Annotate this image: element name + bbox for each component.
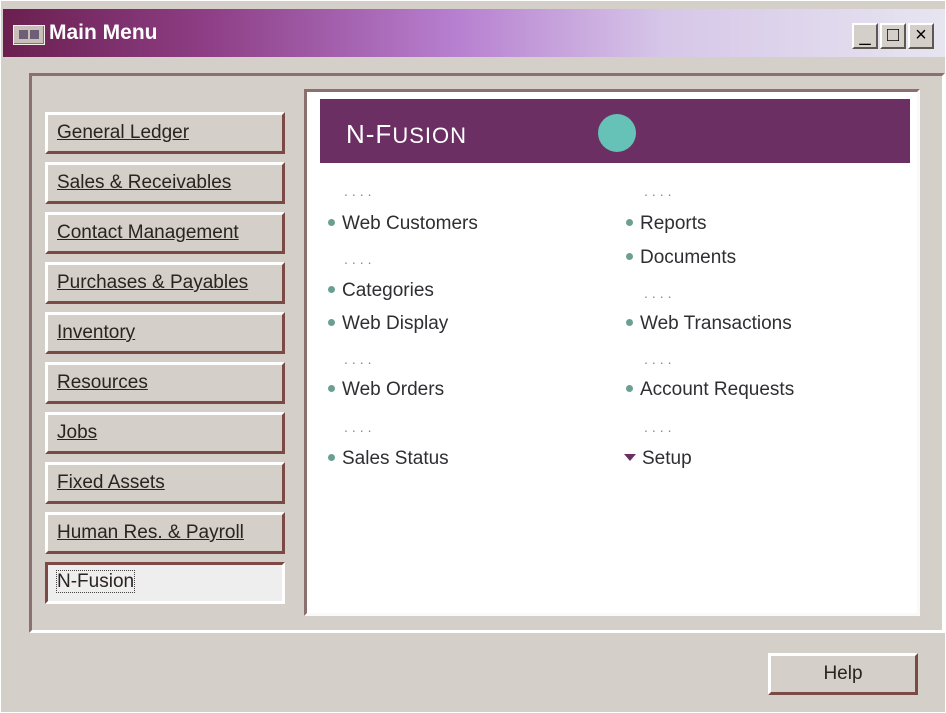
web-display-label: Web Display <box>342 313 449 334</box>
account-requests-link[interactable]: Account Requests <box>626 379 794 401</box>
maximize-button[interactable]: □ <box>880 23 906 49</box>
panel-title-rest: USION <box>392 123 468 148</box>
categories-link[interactable]: Categories <box>328 280 434 302</box>
sales-status-link[interactable]: Sales Status <box>328 448 449 470</box>
human-resources-payroll-button[interactable]: Human Res. & Payroll <box>45 512 285 554</box>
web-customers-link[interactable]: Web Customers <box>328 213 478 235</box>
inventory-label: Inventory <box>57 322 136 343</box>
web-transactions-link[interactable]: Web Transactions <box>626 313 792 335</box>
panel-title-caps: N-F <box>346 119 393 149</box>
documents-label: Documents <box>640 247 737 268</box>
separator-dots: .... <box>644 285 676 301</box>
close-button[interactable]: × <box>908 23 934 49</box>
dot-bullet-icon <box>626 218 633 226</box>
separator-dots: .... <box>644 183 676 199</box>
dot-bullet-icon <box>328 318 335 326</box>
resources-button[interactable]: Resources <box>45 362 285 404</box>
web-transactions-label: Web Transactions <box>640 313 792 334</box>
fixed-assets-button[interactable]: Fixed Assets <box>45 462 285 504</box>
purchases-payables-button[interactable]: Purchases & Payables <box>45 262 285 304</box>
n-fusion-button[interactable]: N-Fusion <box>45 562 285 604</box>
sales-status-label: Sales Status <box>342 448 449 469</box>
title-bar[interactable]: Main Menu _ □ × <box>3 9 945 57</box>
triangle-down-icon <box>624 453 636 461</box>
general-ledger-label: General Ledger <box>57 122 190 143</box>
dot-bullet-icon <box>626 252 633 260</box>
fixed-assets-label: Fixed Assets <box>57 472 165 493</box>
main-menu-window: Main Menu _ □ × General Ledger Sales & R… <box>0 0 946 713</box>
dot-bullet-icon <box>626 384 633 392</box>
help-button[interactable]: Help <box>768 653 918 695</box>
n-fusion-panel: N-FUSION <box>304 89 920 616</box>
web-display-link[interactable]: Web Display <box>328 313 448 335</box>
panel-title: N-FUSION <box>346 119 467 150</box>
setup-link[interactable]: Setup <box>624 448 692 470</box>
separator-dots: .... <box>344 419 376 435</box>
dot-bullet-icon <box>328 384 335 392</box>
resources-label: Resources <box>57 372 148 393</box>
account-requests-label: Account Requests <box>640 379 795 400</box>
banner-circle-icon <box>598 114 636 152</box>
contact-management-label: Contact Management <box>57 222 239 243</box>
sales-receivables-button[interactable]: Sales & Receivables <box>45 162 285 204</box>
reports-label: Reports <box>640 213 707 234</box>
separator-dots: .... <box>644 351 676 367</box>
separator-dots: .... <box>644 419 676 435</box>
contact-management-button[interactable]: Contact Management <box>45 212 285 254</box>
panel-banner: N-FUSION <box>320 99 910 163</box>
web-orders-link[interactable]: Web Orders <box>328 379 444 401</box>
window-title: Main Menu <box>49 21 158 44</box>
human-resources-payroll-label: Human Res. & Payroll <box>57 522 244 543</box>
dot-bullet-icon <box>626 318 633 326</box>
app-window-icon[interactable] <box>13 25 45 45</box>
jobs-button[interactable]: Jobs <box>45 412 285 454</box>
separator-dots: .... <box>344 251 376 267</box>
n-fusion-label: N-Fusion <box>55 570 136 593</box>
jobs-label: Jobs <box>57 422 98 443</box>
separator-dots: .... <box>344 183 376 199</box>
sales-receivables-label: Sales & Receivables <box>57 172 232 193</box>
reports-link[interactable]: Reports <box>626 213 707 235</box>
separator-dots: .... <box>344 351 376 367</box>
dot-bullet-icon <box>328 285 335 293</box>
setup-label: Setup <box>642 448 692 469</box>
minimize-button[interactable]: _ <box>852 23 878 49</box>
categories-label: Categories <box>342 280 434 301</box>
dot-bullet-icon <box>328 218 335 226</box>
inventory-button[interactable]: Inventory <box>45 312 285 354</box>
web-orders-label: Web Orders <box>342 379 445 400</box>
web-customers-label: Web Customers <box>342 213 478 234</box>
general-ledger-button[interactable]: General Ledger <box>45 112 285 154</box>
purchases-payables-label: Purchases & Payables <box>57 272 249 293</box>
dot-bullet-icon <box>328 453 335 461</box>
documents-link[interactable]: Documents <box>626 247 736 269</box>
